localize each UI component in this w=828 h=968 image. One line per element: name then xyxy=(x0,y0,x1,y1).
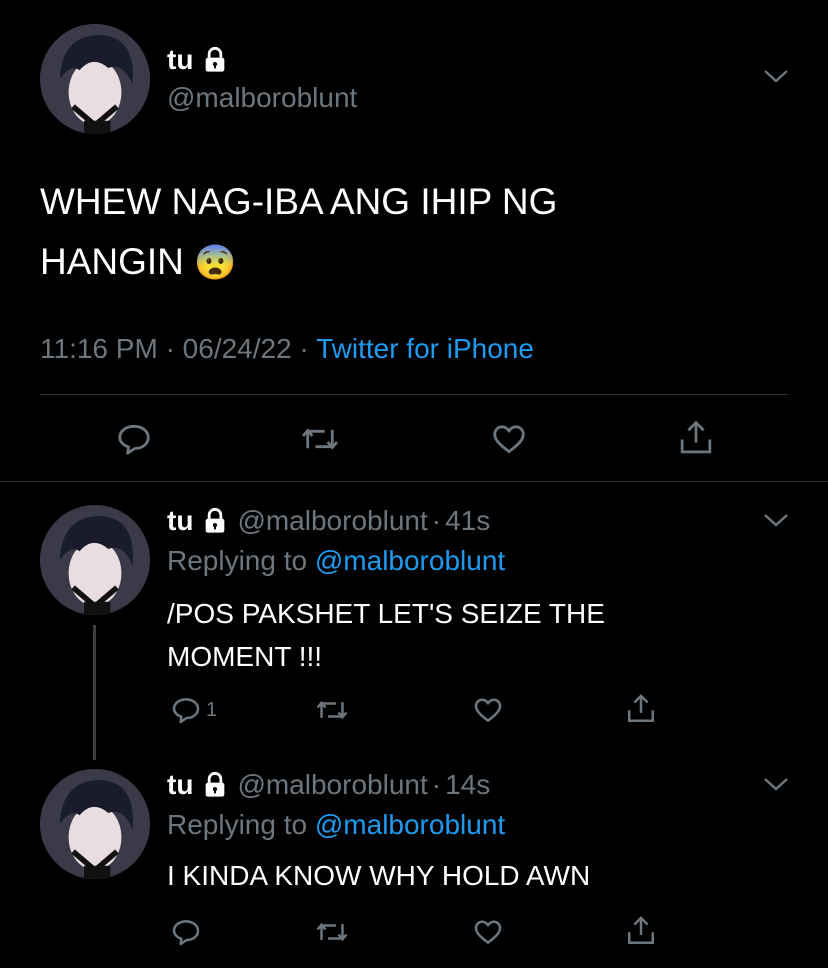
chevron-down-icon[interactable] xyxy=(762,68,790,86)
thread-line xyxy=(93,625,96,760)
tweet-text: I KINDA KNOW WHY HOLD AWN xyxy=(167,860,591,891)
reply-header: tu @malboroblunt · 14s xyxy=(167,769,490,801)
share-icon[interactable] xyxy=(625,914,657,948)
meta-separator: · xyxy=(165,333,175,364)
lock-icon xyxy=(201,507,229,535)
heart-icon[interactable] xyxy=(490,420,528,458)
tweet-text: /POS PAKSHET LET'S SEIZE THE MOMENT !!! xyxy=(167,592,605,678)
avatar[interactable] xyxy=(40,769,150,879)
tweet-text-line: MOMENT !!! xyxy=(167,641,323,672)
retweet-icon[interactable] xyxy=(315,916,349,948)
replying-to-link[interactable]: @malboroblunt xyxy=(315,545,505,576)
reply-icon[interactable] xyxy=(115,420,153,458)
timestamp-date: 06/24/22 xyxy=(182,333,292,364)
meta-separator: · xyxy=(431,769,442,800)
replying-to: Replying to @malboroblunt xyxy=(167,809,505,841)
tweet-age[interactable]: 14s xyxy=(445,769,490,801)
chevron-down-icon[interactable] xyxy=(762,512,790,530)
tweet-text-line: /POS PAKSHET LET'S SEIZE THE xyxy=(167,598,605,629)
reply-icon xyxy=(170,694,202,726)
timestamp-time: 11:16 PM xyxy=(40,333,158,364)
lock-icon xyxy=(201,46,229,74)
replying-to-label: Replying to xyxy=(167,545,308,576)
reply-icon[interactable] xyxy=(170,916,202,948)
fearful-emoji: 😨 xyxy=(194,244,237,282)
avatar[interactable] xyxy=(40,505,150,615)
divider xyxy=(0,481,828,482)
tweet-text: WHEW NAG-IBA ANG IHIP NG HANGIN 😨 xyxy=(40,172,557,293)
share-icon[interactable] xyxy=(677,418,715,458)
source-link[interactable]: Twitter for iPhone xyxy=(316,333,534,364)
tweet-text-word: HANGIN xyxy=(40,241,184,282)
meta-separator: · xyxy=(299,333,309,364)
reply-header: tu @malboroblunt · 41s xyxy=(167,505,490,537)
tweet-text-line: WHEW NAG-IBA ANG IHIP NG xyxy=(40,181,558,222)
divider xyxy=(40,394,788,395)
handle[interactable]: @malboroblunt xyxy=(237,769,427,801)
replying-to-link[interactable]: @malboroblunt xyxy=(315,809,505,840)
tweet-age[interactable]: 41s xyxy=(445,505,490,537)
retweet-icon[interactable] xyxy=(315,694,349,726)
display-name[interactable]: tu xyxy=(167,44,193,76)
reply-count: 1 xyxy=(206,698,218,721)
share-icon[interactable] xyxy=(625,692,657,726)
handle[interactable]: @malboroblunt xyxy=(167,82,357,114)
display-name[interactable]: tu xyxy=(167,505,193,537)
heart-icon[interactable] xyxy=(472,916,504,948)
tweet-text-line: HANGIN 😨 xyxy=(40,232,557,293)
display-name[interactable]: tu xyxy=(167,769,193,801)
retweet-icon[interactable] xyxy=(300,420,340,458)
lock-icon xyxy=(201,771,229,799)
reply-button[interactable]: 1 xyxy=(170,694,217,726)
replying-to-label: Replying to xyxy=(167,809,308,840)
handle[interactable]: @malboroblunt xyxy=(237,505,427,537)
replying-to: Replying to @malboroblunt xyxy=(167,545,505,577)
meta-separator: · xyxy=(431,505,442,536)
tweet-meta: 11:16 PM · 06/24/22 · Twitter for iPhone xyxy=(40,333,534,365)
chevron-down-icon[interactable] xyxy=(762,776,790,794)
avatar[interactable] xyxy=(40,24,150,134)
heart-icon[interactable] xyxy=(472,694,504,726)
